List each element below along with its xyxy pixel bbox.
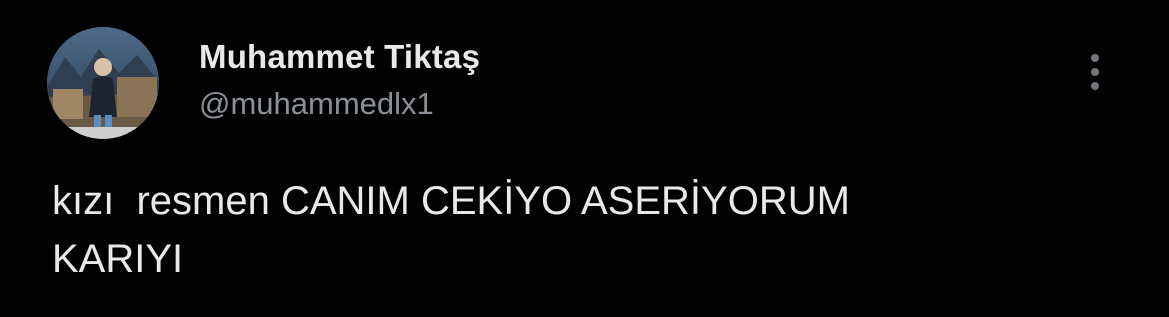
tweet-text: kızı resmen CANIM CEKİYO ASERİYORUM KARI…	[52, 179, 850, 281]
more-dot	[1091, 82, 1099, 90]
avatar-photo	[47, 27, 159, 139]
avatar[interactable]	[47, 27, 159, 139]
tweet-card: Muhammet Tiktaş @muhammedlx1 kızı resmen…	[0, 0, 1169, 317]
author-handle[interactable]: @muhammedlx1	[199, 86, 434, 122]
author-display-name[interactable]: Muhammet Tiktaş	[199, 38, 480, 76]
more-dot	[1091, 68, 1099, 76]
more-options-icon[interactable]	[1080, 50, 1110, 94]
more-dot	[1091, 54, 1099, 62]
